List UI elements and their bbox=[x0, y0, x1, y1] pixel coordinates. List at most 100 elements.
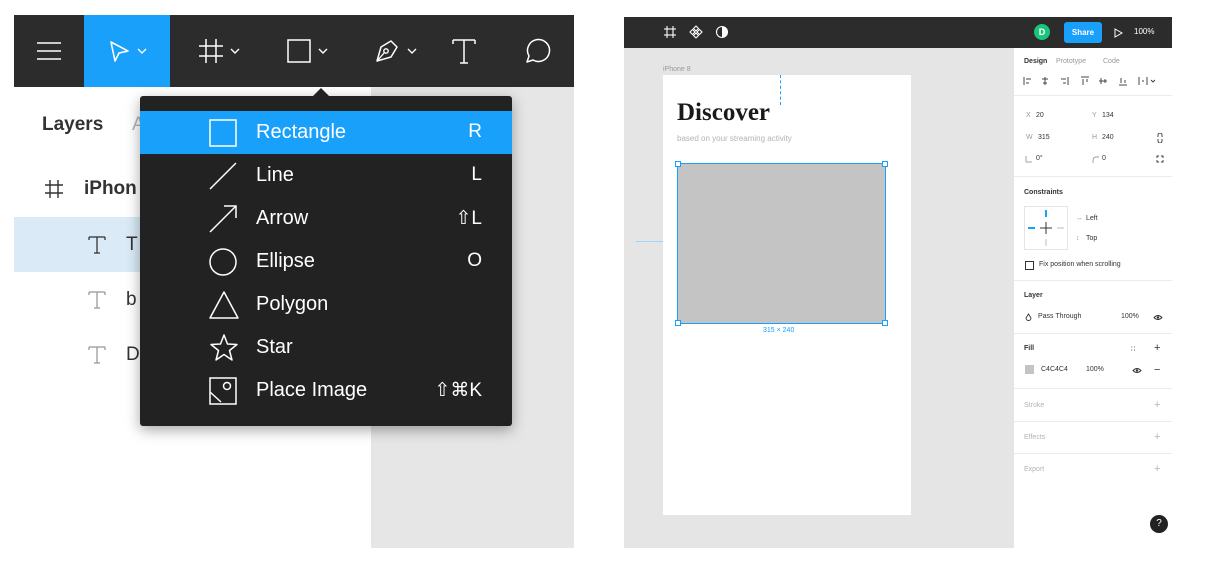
menu-item-label: Rectangle bbox=[256, 121, 347, 143]
menu-item-shortcut: ⇧⌘K bbox=[434, 380, 482, 401]
add-fill-icon[interactable]: + bbox=[1154, 342, 1160, 354]
menu-item-shortcut: ⇧L bbox=[455, 208, 483, 229]
tab-design[interactable]: Design bbox=[1024, 58, 1047, 65]
menu-item-rectangle[interactable]: Rectangle R bbox=[140, 111, 512, 154]
iphone-frame[interactable]: Discover based on your streaming activit… bbox=[663, 75, 911, 515]
add-effect-icon[interactable]: + bbox=[1154, 431, 1160, 443]
layers-tab[interactable]: Layers bbox=[42, 114, 103, 136]
remove-fill-icon[interactable]: − bbox=[1154, 364, 1160, 376]
add-export-icon[interactable]: + bbox=[1154, 463, 1160, 475]
x-label: X bbox=[1026, 112, 1031, 119]
text-icon bbox=[88, 291, 106, 309]
menu-item-label: Arrow bbox=[256, 207, 309, 229]
x-field[interactable]: 20 bbox=[1036, 112, 1044, 119]
menu-item-polygon[interactable]: Polygon bbox=[140, 283, 512, 326]
constraint-vertical-select[interactable]: Top bbox=[1086, 235, 1097, 242]
align-tools-icon[interactable] bbox=[1023, 76, 1163, 86]
layer-label: D bbox=[126, 344, 140, 365]
chevron-down-icon bbox=[318, 48, 328, 54]
text-icon bbox=[452, 39, 476, 64]
y-field[interactable]: 134 bbox=[1102, 112, 1114, 119]
eye-icon[interactable] bbox=[1153, 314, 1163, 321]
layer-label: T bbox=[126, 234, 138, 255]
constraints-widget[interactable] bbox=[1024, 206, 1068, 250]
frame-hash-icon bbox=[45, 180, 63, 198]
share-button[interactable]: Share bbox=[1064, 22, 1102, 43]
menu-button[interactable] bbox=[14, 15, 84, 87]
properties-panel: Design Prototype Code X 20 Y 134 W 315 H… bbox=[1013, 48, 1172, 548]
text-tool-button[interactable] bbox=[434, 15, 494, 87]
rectangle-icon bbox=[209, 119, 237, 147]
comment-icon bbox=[526, 38, 551, 63]
menu-item-label: Star bbox=[256, 336, 293, 358]
eye-icon[interactable] bbox=[1132, 367, 1142, 374]
blend-mode-select[interactable]: Pass Through bbox=[1038, 313, 1081, 320]
chevron-down-icon bbox=[230, 48, 240, 54]
h-label: H bbox=[1092, 134, 1098, 141]
constraint-horizontal-select[interactable]: Left bbox=[1086, 215, 1098, 222]
help-button[interactable]: ? bbox=[1150, 515, 1168, 533]
ellipse-icon bbox=[209, 248, 237, 276]
add-stroke-icon[interactable]: + bbox=[1154, 399, 1160, 411]
zoom-level[interactable]: 100% bbox=[1134, 27, 1154, 36]
text-icon bbox=[88, 346, 106, 364]
polygon-icon bbox=[209, 291, 239, 319]
right-editor-view: D Share 100% iPhone 8 Discover based on … bbox=[624, 17, 1172, 548]
main-toolbar bbox=[14, 15, 574, 87]
menu-item-label: Ellipse bbox=[256, 250, 315, 272]
pen-icon bbox=[376, 40, 398, 62]
contrast-icon[interactable] bbox=[715, 25, 729, 39]
layer-opacity-field[interactable]: 100% bbox=[1121, 313, 1139, 320]
radius-field[interactable]: 0 bbox=[1102, 155, 1106, 162]
menu-item-shortcut: R bbox=[468, 121, 482, 142]
fill-title: Fill bbox=[1024, 345, 1035, 352]
component-icon[interactable] bbox=[689, 25, 703, 39]
discover-title: Discover bbox=[677, 99, 771, 126]
shape-tool-button[interactable] bbox=[272, 15, 342, 87]
menu-item-arrow[interactable]: Arrow ⇧L bbox=[140, 197, 512, 240]
avatar[interactable]: D bbox=[1034, 24, 1050, 40]
frame-hash-icon[interactable] bbox=[663, 25, 677, 39]
menu-item-place-image[interactable]: Place Image ⇧⌘K bbox=[140, 369, 512, 412]
selected-rectangle[interactable] bbox=[675, 161, 888, 326]
rectangle-icon bbox=[287, 39, 311, 63]
rotation-icon bbox=[1025, 156, 1032, 163]
move-tool-button[interactable] bbox=[84, 15, 170, 87]
menu-item-line[interactable]: Line L bbox=[140, 154, 512, 197]
pen-tool-button[interactable] bbox=[360, 15, 430, 87]
effects-title: Effects bbox=[1024, 434, 1046, 441]
horizontal-constraint-icon: ↔ bbox=[1076, 215, 1083, 222]
menu-item-shortcut: O bbox=[467, 250, 482, 271]
fill-swatch[interactable] bbox=[1025, 365, 1034, 374]
menu-item-ellipse[interactable]: Ellipse O bbox=[140, 240, 512, 283]
fix-position-checkbox[interactable] bbox=[1025, 261, 1034, 270]
vertical-constraint-icon: ↕ bbox=[1076, 235, 1080, 242]
comment-tool-button[interactable] bbox=[506, 15, 566, 87]
frame-tool-button[interactable] bbox=[184, 15, 254, 87]
constraints-title: Constraints bbox=[1024, 189, 1063, 196]
fill-styles-icon[interactable]: ∷ bbox=[1131, 345, 1135, 353]
shape-tools-dropdown: Rectangle R Line L Arrow ⇧L Ellipse O Po… bbox=[140, 88, 512, 426]
line-icon bbox=[209, 162, 237, 190]
place-image-icon bbox=[209, 377, 237, 405]
tab-prototype[interactable]: Prototype bbox=[1056, 58, 1086, 65]
tab-code[interactable]: Code bbox=[1103, 58, 1120, 65]
fill-opacity-field[interactable]: 100% bbox=[1086, 366, 1104, 373]
h-field[interactable]: 240 bbox=[1102, 134, 1114, 141]
blend-mode-icon bbox=[1025, 313, 1032, 321]
fix-position-label: Fix position when scrolling bbox=[1039, 261, 1121, 268]
layer-title: Layer bbox=[1024, 292, 1043, 299]
constrain-proportions-icon[interactable] bbox=[1157, 133, 1163, 143]
play-icon[interactable] bbox=[1114, 28, 1123, 38]
menu-item-star[interactable]: Star bbox=[140, 326, 512, 369]
frame-label: iPhone 8 bbox=[663, 66, 691, 73]
y-label: Y bbox=[1092, 112, 1097, 119]
export-title: Export bbox=[1024, 466, 1045, 473]
menu-item-label: Line bbox=[256, 164, 294, 186]
corner-radius-icon bbox=[1092, 156, 1099, 163]
independent-corners-icon[interactable] bbox=[1156, 155, 1164, 163]
fill-hex-field[interactable]: C4C4C4 bbox=[1041, 366, 1068, 373]
rotation-field[interactable]: 0° bbox=[1036, 155, 1043, 162]
menu-item-shortcut: L bbox=[471, 164, 482, 185]
w-field[interactable]: 315 bbox=[1038, 134, 1050, 141]
